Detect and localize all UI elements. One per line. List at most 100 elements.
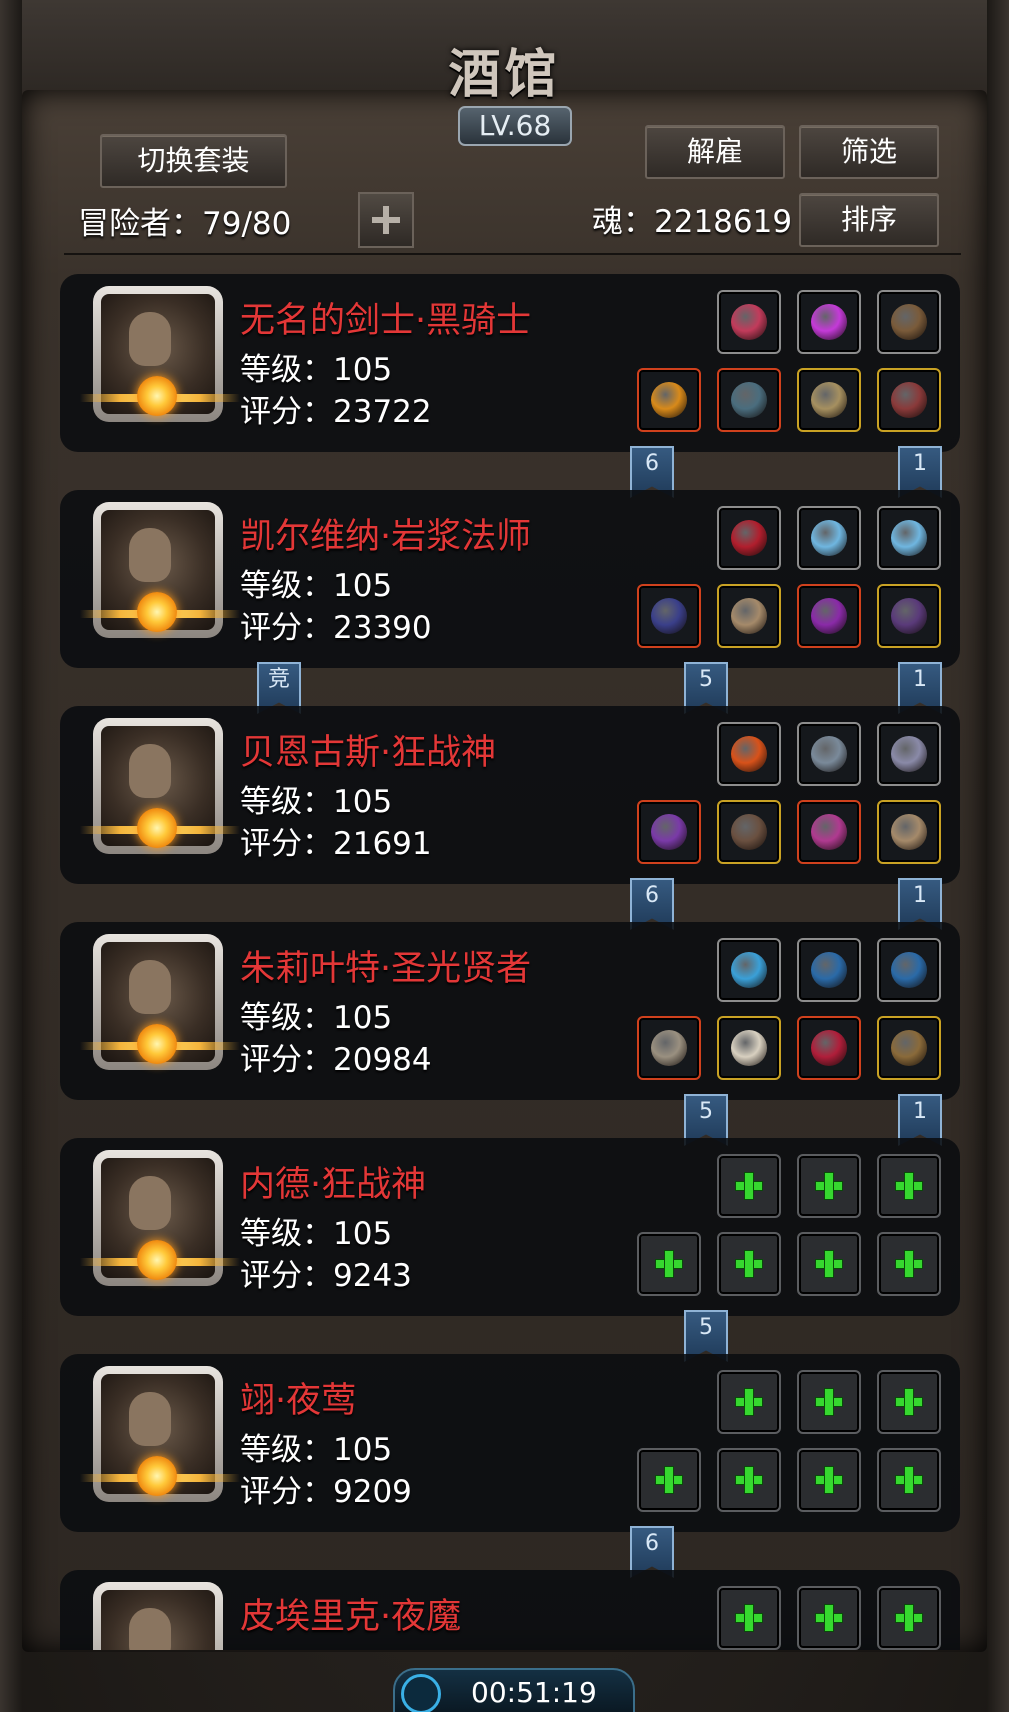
hero-name: 皮埃里克·夜魔 <box>240 1597 462 1637</box>
equipment-slot[interactable] <box>797 1586 861 1650</box>
equipment-item-icon <box>731 814 767 850</box>
hero-name: 朱莉叶特·圣光贤者 <box>240 949 532 989</box>
equipment-slot[interactable] <box>717 584 781 648</box>
hero-portrait[interactable] <box>93 1582 223 1650</box>
hero-score: 评分：21691 <box>240 826 432 862</box>
equipment-slot[interactable] <box>717 1232 781 1296</box>
equipment-item-icon <box>891 382 927 418</box>
equipment-slot[interactable] <box>877 722 941 786</box>
equipment-item-icon <box>651 382 687 418</box>
plus-icon <box>736 1251 762 1277</box>
plus-icon <box>736 1389 762 1415</box>
tavern-level-badge: LV.68 <box>458 106 572 146</box>
equipment-slot[interactable] <box>717 800 781 864</box>
hero-score: 评分：20984 <box>240 1042 432 1078</box>
avatar-head <box>129 312 171 366</box>
equipment-item-icon <box>891 952 927 988</box>
equipment-slot[interactable] <box>877 1586 941 1650</box>
plus-icon <box>896 1467 922 1493</box>
equipment-slot[interactable] <box>877 1370 941 1434</box>
plus-icon <box>816 1467 842 1493</box>
equipment-item-icon <box>731 1030 767 1066</box>
equipment-slot[interactable] <box>797 1370 861 1434</box>
plus-icon <box>816 1389 842 1415</box>
equipment-item-icon <box>811 382 847 418</box>
equipment-slot[interactable] <box>797 1016 861 1080</box>
hero-level: 等级：105 <box>240 784 393 820</box>
equipment-slot[interactable] <box>637 1016 701 1080</box>
plus-icon <box>656 1467 682 1493</box>
equipment-slot[interactable] <box>717 506 781 570</box>
plus-icon <box>816 1605 842 1631</box>
equipment-item-icon <box>891 814 927 850</box>
equipment-item-icon <box>731 598 767 634</box>
avatar-head <box>129 744 171 798</box>
equipment-slot[interactable] <box>717 722 781 786</box>
equipment-slot[interactable] <box>877 368 941 432</box>
equipment-item-icon <box>651 814 687 850</box>
sun-badge-icon <box>137 808 177 848</box>
dismiss-button[interactable]: 解雇 <box>645 125 785 179</box>
plus-icon <box>656 1251 682 1277</box>
equipment-item-icon <box>891 1030 927 1066</box>
equipment-slot[interactable] <box>797 368 861 432</box>
equipment-slot[interactable] <box>797 1154 861 1218</box>
equipment-slot[interactable] <box>717 1016 781 1080</box>
adventurer-count: 冒险者：79/80 <box>78 206 292 242</box>
hero-list[interactable]: 无名的剑士·黑骑士 等级：105 评分：23722 6 1 凯尔维纳·岩浆法师 等级：105… <box>0 270 1009 1650</box>
equipment-slot[interactable] <box>877 1154 941 1218</box>
equipment-slot[interactable] <box>877 938 941 1002</box>
equipment-item-icon <box>891 598 927 634</box>
equipment-slot[interactable] <box>877 1448 941 1512</box>
equipment-slot[interactable] <box>797 584 861 648</box>
equipment-slot[interactable] <box>877 800 941 864</box>
hero-score: 评分：23722 <box>240 394 432 430</box>
equipment-slot[interactable] <box>877 1016 941 1080</box>
plus-icon <box>736 1173 762 1199</box>
avatar-head <box>129 1176 171 1230</box>
equipment-slot[interactable] <box>637 800 701 864</box>
equipment-slot[interactable] <box>797 290 861 354</box>
equipment-slot[interactable] <box>717 1154 781 1218</box>
equipment-slot[interactable] <box>797 506 861 570</box>
equipment-item-icon <box>811 520 847 556</box>
equipment-slot[interactable] <box>717 1448 781 1512</box>
equipment-item-icon <box>811 598 847 634</box>
hero-score: 评分：9243 <box>240 1258 412 1294</box>
hero-score: 评分：9209 <box>240 1474 412 1510</box>
plus-icon <box>816 1173 842 1199</box>
switch-outfit-button[interactable]: 切换套装 <box>100 134 287 188</box>
sun-badge-icon <box>137 592 177 632</box>
equipment-slot[interactable] <box>877 506 941 570</box>
equipment-slot[interactable] <box>717 290 781 354</box>
equipment-slot[interactable] <box>877 584 941 648</box>
add-adventurer-button[interactable] <box>358 192 414 248</box>
equipment-slot[interactable] <box>637 368 701 432</box>
equipment-item-icon <box>731 382 767 418</box>
equipment-slot[interactable] <box>797 1232 861 1296</box>
avatar-head <box>129 528 171 582</box>
plus-icon <box>736 1605 762 1631</box>
equipment-item-icon <box>651 598 687 634</box>
equipment-slot[interactable] <box>877 290 941 354</box>
equipment-slot[interactable] <box>797 800 861 864</box>
filter-button[interactable]: 筛选 <box>799 125 939 179</box>
header-divider <box>64 253 961 255</box>
sun-badge-icon <box>137 1024 177 1064</box>
hero-level: 等级：105 <box>240 1432 393 1468</box>
equipment-slot[interactable] <box>717 1370 781 1434</box>
sort-button[interactable]: 排序 <box>799 193 939 247</box>
equipment-slot[interactable] <box>797 722 861 786</box>
equipment-slot[interactable] <box>637 584 701 648</box>
equipment-item-icon <box>731 736 767 772</box>
equipment-item-icon <box>651 1030 687 1066</box>
equipment-slot[interactable] <box>797 938 861 1002</box>
hero-score: 评分：23390 <box>240 610 432 646</box>
equipment-slot[interactable] <box>637 1448 701 1512</box>
equipment-slot[interactable] <box>717 1586 781 1650</box>
equipment-slot[interactable] <box>877 1232 941 1296</box>
equipment-slot[interactable] <box>797 1448 861 1512</box>
equipment-slot[interactable] <box>637 1232 701 1296</box>
equipment-slot[interactable] <box>717 938 781 1002</box>
equipment-slot[interactable] <box>717 368 781 432</box>
